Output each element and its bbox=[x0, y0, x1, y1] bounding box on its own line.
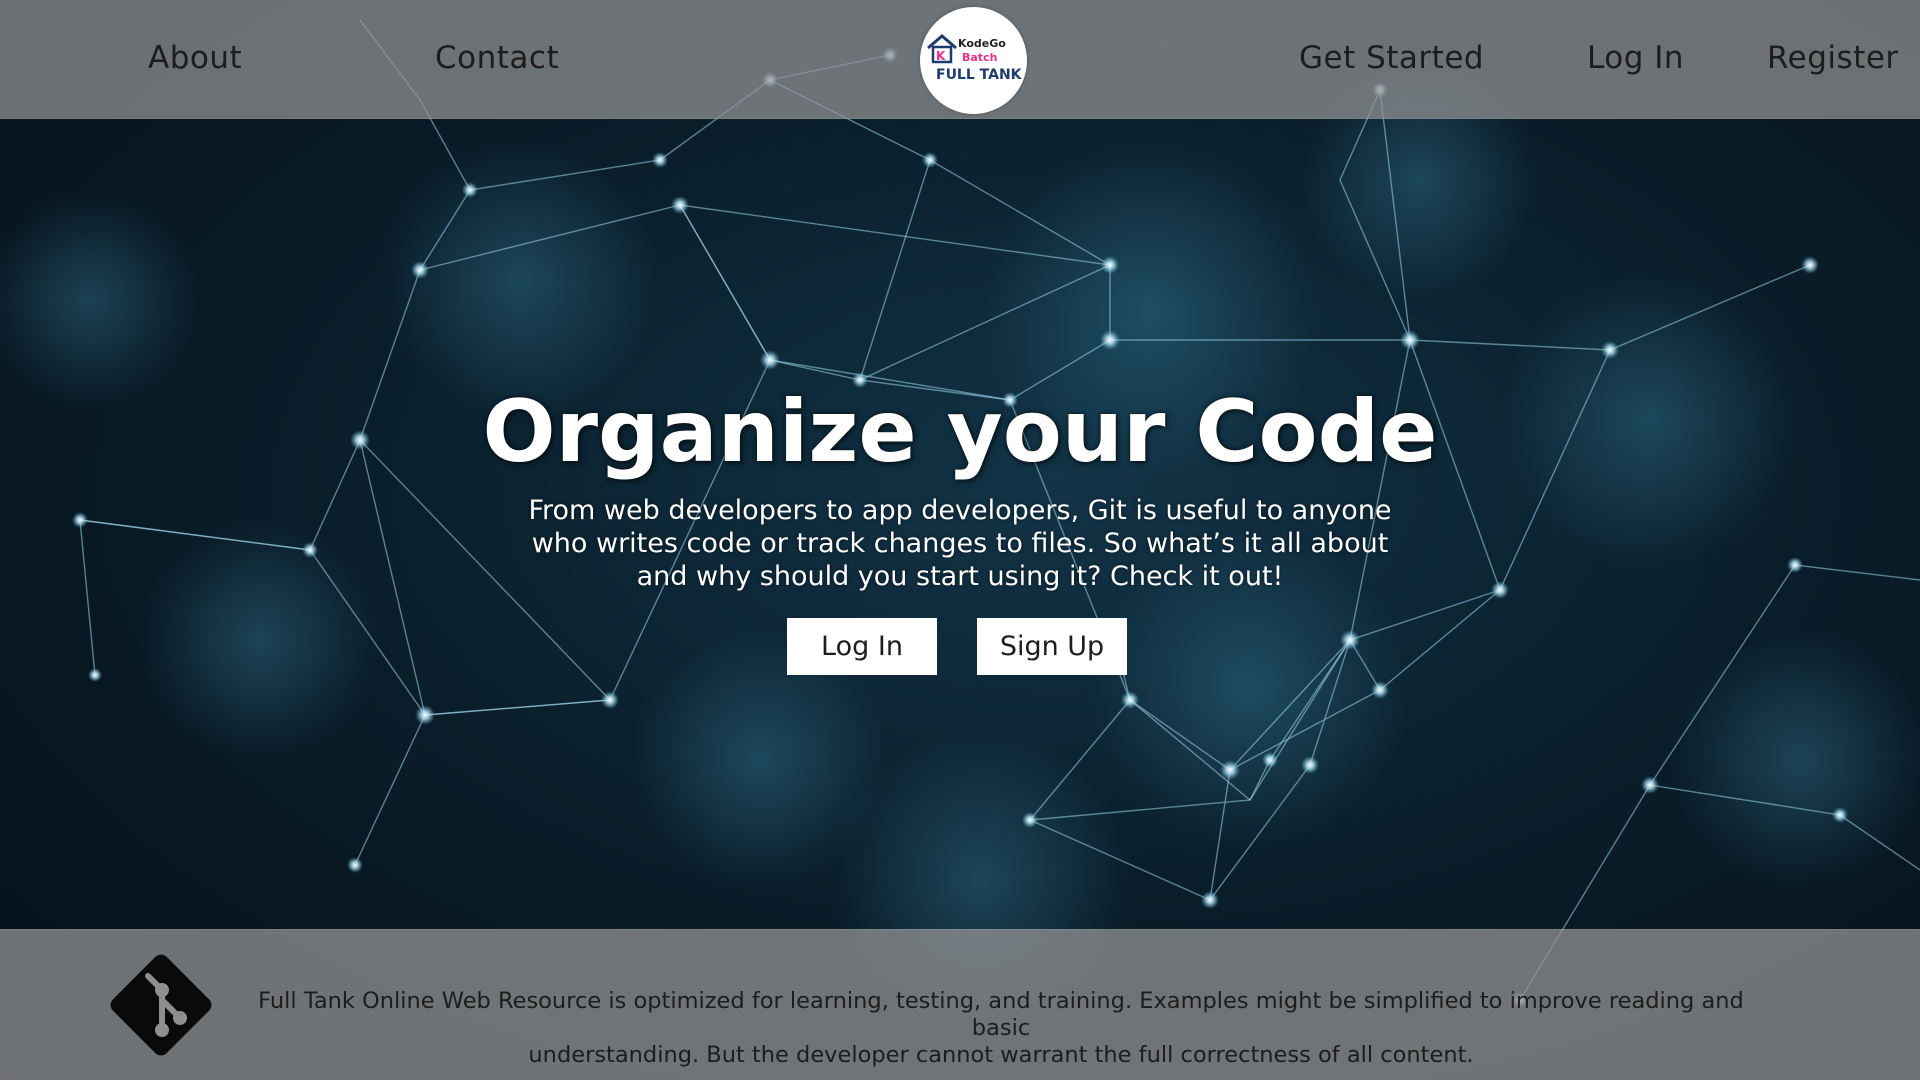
logo-line-kodego: KodeGo bbox=[958, 37, 1006, 50]
footer-disclaimer-line: Full Tank Online Web Resource is optimiz… bbox=[258, 988, 1744, 1041]
hero-title: Organize your Code bbox=[482, 382, 1438, 482]
top-nav-bar: About Contact K KodeGo Batch FULL TANK G… bbox=[0, 0, 1920, 119]
git-icon bbox=[110, 954, 212, 1056]
logo-letter: K bbox=[936, 49, 946, 63]
logo-line-full-tank: FULL TANK bbox=[936, 67, 1022, 83]
house-icon: K bbox=[927, 34, 957, 64]
hero-description-line: and why should you start using it? Check… bbox=[636, 561, 1284, 592]
hero-signup-button[interactable]: Sign Up bbox=[977, 618, 1127, 675]
hero-description-line: From web developers to app developers, G… bbox=[528, 495, 1392, 526]
kodego-fulltank-logo[interactable]: K KodeGo Batch FULL TANK bbox=[920, 7, 1027, 114]
nav-contact-link[interactable]: Contact bbox=[435, 40, 559, 77]
nav-get-started-link[interactable]: Get Started bbox=[1299, 40, 1484, 77]
footer-disclaimer-line: understanding. But the developer cannot … bbox=[528, 1042, 1474, 1068]
footer: Full Tank Online Web Resource is optimiz… bbox=[0, 929, 1920, 1080]
logo-line-batch: Batch bbox=[962, 51, 998, 64]
footer-disclaimer: Full Tank Online Web Resource is optimiz… bbox=[236, 988, 1766, 1069]
hero-login-button[interactable]: Log In bbox=[787, 618, 937, 675]
nav-about-link[interactable]: About bbox=[148, 40, 242, 77]
hero-description: From web developers to app developers, G… bbox=[510, 494, 1410, 593]
nav-login-link[interactable]: Log In bbox=[1587, 40, 1684, 77]
page: About Contact K KodeGo Batch FULL TANK G… bbox=[0, 0, 1920, 1080]
hero-description-line: who writes code or track changes to file… bbox=[531, 528, 1389, 559]
nav-register-link[interactable]: Register bbox=[1767, 40, 1899, 77]
